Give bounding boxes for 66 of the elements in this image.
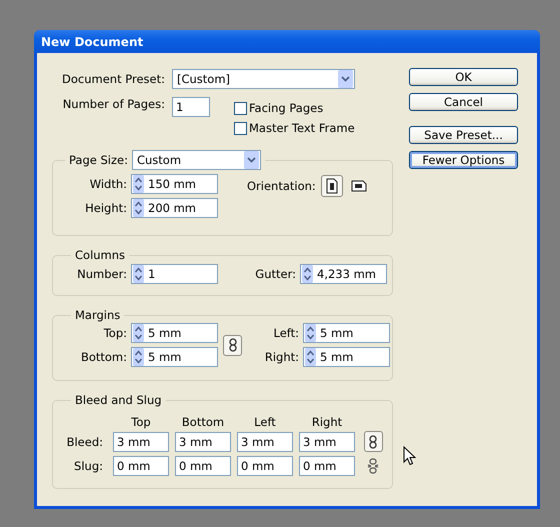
field-label: Page Size:: [69, 153, 128, 167]
checkbox-label: Facing Pages: [249, 101, 324, 115]
input-field[interactable]: 3 mm: [113, 432, 169, 452]
input-field[interactable]: 1: [172, 97, 210, 117]
field-label: Top:: [102, 326, 128, 340]
spinner-icon[interactable]: [305, 348, 316, 366]
spinner-icon[interactable]: [133, 265, 144, 283]
spinner-icon[interactable]: [133, 348, 144, 366]
field-label: Gutter:: [254, 267, 297, 281]
spinner-icon[interactable]: [133, 324, 144, 342]
spin-field[interactable]: 150 mm: [131, 174, 218, 194]
field-label: Left:: [272, 326, 300, 340]
spin-field[interactable]: 200 mm: [131, 198, 218, 218]
group-title: Columns: [75, 248, 126, 262]
field-label: Bottom:: [80, 350, 128, 364]
portrait-page-icon: [326, 178, 338, 194]
chain-icon: [228, 338, 236, 352]
dialog-button[interactable]: OK: [409, 68, 518, 86]
input-field[interactable]: 3 mm: [175, 432, 231, 452]
landscape-page-icon: [350, 180, 367, 192]
input-field[interactable]: 0 mm: [237, 456, 293, 476]
group-title: Bleed and Slug: [75, 393, 162, 407]
column-header: Right: [310, 415, 344, 429]
preset-dropdown[interactable]: [Custom]: [172, 68, 355, 88]
dialog-button[interactable]: Fewer Options: [409, 151, 518, 169]
spinner-icon[interactable]: [133, 199, 144, 217]
input-field[interactable]: 0 mm: [299, 456, 355, 476]
mouse-pointer-icon: [403, 446, 416, 466]
column-header: Bottom: [180, 415, 226, 429]
dialog-button[interactable]: Save Preset...: [409, 126, 518, 144]
field-label: Number of Pages:: [62, 97, 166, 111]
input-field[interactable]: 0 mm: [113, 456, 169, 476]
field-label: Number:: [76, 267, 128, 281]
spin-field[interactable]: 5 mm: [131, 347, 218, 367]
page-size-dropdown[interactable]: Custom: [132, 150, 261, 170]
spinner-icon[interactable]: [302, 265, 313, 283]
spin-field[interactable]: 5 mm: [303, 323, 390, 343]
input-field[interactable]: 3 mm: [299, 432, 355, 452]
field-label: Right:: [264, 350, 300, 364]
field-label: Slug:: [73, 459, 104, 473]
spin-field[interactable]: 4,233 mm: [300, 264, 387, 284]
checkbox[interactable]: [234, 122, 247, 134]
dialog-button[interactable]: Cancel: [409, 93, 518, 111]
field-label: Orientation:: [247, 179, 316, 193]
broken-chain-icon[interactable]: [367, 458, 379, 474]
column-header: Top: [130, 415, 152, 429]
spin-field[interactable]: 1: [131, 264, 218, 284]
checkbox[interactable]: [234, 102, 247, 114]
spin-field[interactable]: 5 mm: [131, 323, 218, 343]
chain-button[interactable]: [223, 334, 242, 356]
field-label: Height:: [84, 201, 128, 215]
field-label: Width:: [88, 177, 128, 191]
spinner-icon[interactable]: [305, 324, 316, 342]
chain-button[interactable]: [364, 431, 382, 452]
group-title: Margins: [75, 308, 120, 322]
column-header: Left: [253, 415, 277, 429]
window-title: New Document: [41, 34, 144, 48]
portrait-page-button[interactable]: [320, 175, 343, 197]
checkbox-label: Master Text Frame: [249, 121, 355, 135]
field-label: Bleed:: [66, 434, 104, 448]
spin-field[interactable]: 5 mm: [303, 347, 390, 367]
input-field[interactable]: 3 mm: [237, 432, 293, 452]
field-label: Document Preset:: [61, 72, 166, 86]
spinner-icon[interactable]: [133, 175, 144, 193]
input-field[interactable]: 0 mm: [175, 456, 231, 476]
chain-icon: [369, 434, 377, 448]
